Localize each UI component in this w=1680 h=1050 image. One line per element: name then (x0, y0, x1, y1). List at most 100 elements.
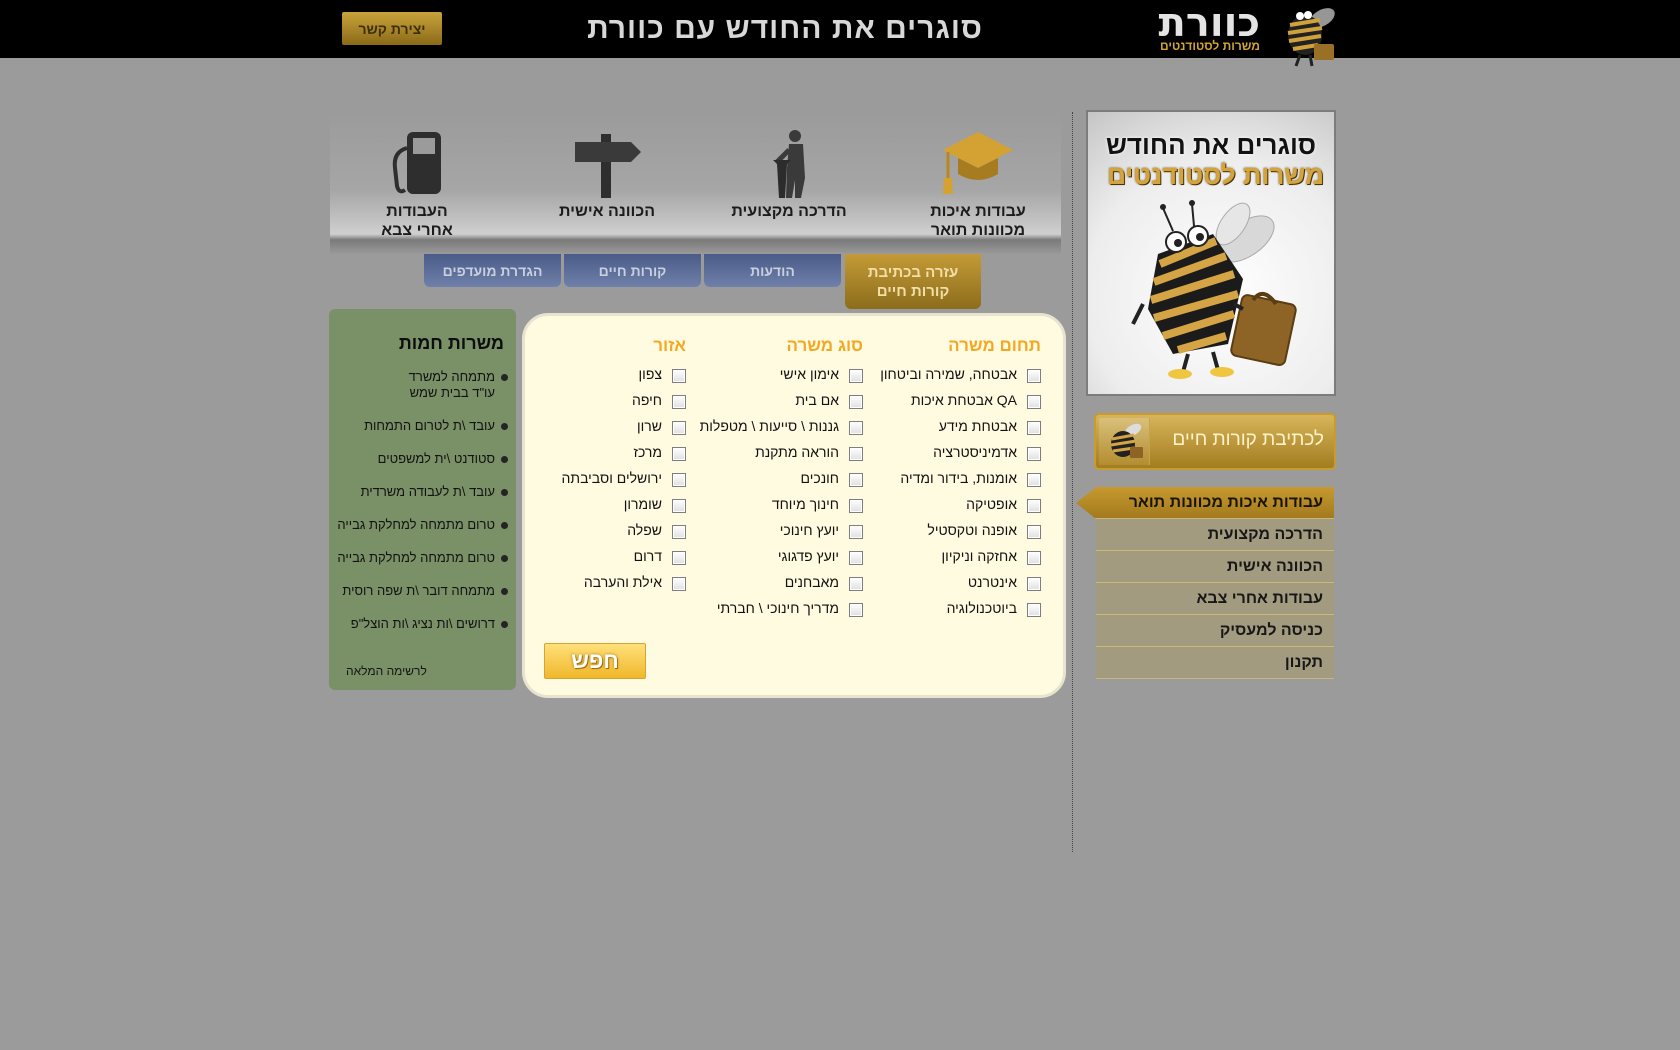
checkbox[interactable] (849, 603, 863, 617)
full-list-link[interactable]: לרשימה המלאה (346, 664, 427, 678)
hot-job-item[interactable]: טרום מתמחה למחלקת גבייה (333, 517, 508, 533)
tab-favorites-settings[interactable]: הגדרת מועדפים (424, 254, 561, 287)
job-field-option[interactable]: אבטחת איכות QA (851, 387, 1041, 413)
hot-job-item[interactable]: מתמחה למשרד עו"ד בבית שמש (333, 369, 508, 401)
category-strip: עבודות איכות מכוונות תואר הדרכה מקצועית ה… (330, 112, 1061, 254)
checkbox[interactable] (849, 473, 863, 487)
tab-resumes[interactable]: קורות חיים (564, 254, 701, 287)
tab-cv-writing-help[interactable]: עזרה בכתיבת קורות חיים (845, 254, 981, 309)
checkbox[interactable] (672, 369, 686, 383)
checkbox[interactable] (849, 369, 863, 383)
search-button[interactable]: חפש (544, 643, 646, 679)
area-option[interactable]: ירושלים וסביבתה (556, 465, 686, 491)
site-logo[interactable]: כוורת משרות לסטודנטים (1150, 0, 1340, 72)
category-degree-jobs[interactable]: עבודות איכות מכוונות תואר (903, 128, 1053, 240)
lecturer-podium-icon (773, 130, 805, 198)
side-menu-item-employer-login[interactable]: כניסה למעסיק (1096, 615, 1334, 647)
area-option[interactable]: צפון (556, 361, 686, 387)
job-type-option[interactable]: הוראה מתקנת (693, 439, 863, 465)
checkbox[interactable] (1027, 603, 1041, 617)
checkbox[interactable] (672, 577, 686, 591)
job-field-option[interactable]: אומנות, בידור ומדיה (851, 465, 1041, 491)
job-type-option[interactable]: מאבחנים (693, 569, 863, 595)
area-option[interactable]: חיפה (556, 387, 686, 413)
job-field-option[interactable]: אבטחת מידע (851, 413, 1041, 439)
job-field-option[interactable]: אחזקה וניקיון (851, 543, 1041, 569)
promo-subheadline: משרות לסטודנטים (1107, 160, 1324, 190)
job-field-option[interactable]: ביוטכנולוגיה (851, 595, 1041, 621)
job-type-option[interactable]: אם בית (693, 387, 863, 413)
hot-job-item[interactable]: סטודנט \ית למשפטים (333, 451, 508, 467)
checkbox[interactable] (672, 525, 686, 539)
category-after-army-jobs-label: העבודות אחרי צבא (381, 203, 453, 239)
job-type-option[interactable]: יועץ פדגוגי (693, 543, 863, 569)
checkbox[interactable] (849, 525, 863, 539)
job-field-option[interactable]: אופנה וטקסטיל (851, 517, 1041, 543)
tab-messages[interactable]: הודעות (704, 254, 841, 287)
side-menu-item-terms[interactable]: תקנון (1096, 647, 1334, 679)
job-type-option[interactable]: אימון אישי (693, 361, 863, 387)
area-option[interactable]: מרכז (556, 439, 686, 465)
checkbox[interactable] (1027, 447, 1041, 461)
job-type-option[interactable]: מדריך חינוכי \ חברתי (693, 595, 863, 621)
checkbox[interactable] (1027, 577, 1041, 591)
checkbox[interactable] (1027, 525, 1041, 539)
category-professional-training[interactable]: הדרכה מקצועית (714, 128, 864, 221)
checkbox[interactable] (849, 551, 863, 565)
hot-job-item[interactable]: דרושים \ות נציג \ות הוצל"פ (333, 616, 508, 632)
job-type-column: סוג משרה אימון אישי אם בית גננות \ סייעו… (693, 336, 863, 621)
checkbox[interactable] (672, 447, 686, 461)
checkbox[interactable] (849, 395, 863, 409)
bullet-icon (501, 423, 508, 430)
area-option[interactable]: דרום (556, 543, 686, 569)
bullet-icon (501, 374, 508, 381)
checkbox[interactable] (849, 499, 863, 513)
checkbox[interactable] (1027, 421, 1041, 435)
category-after-army-jobs[interactable]: העבודות אחרי צבא (342, 128, 492, 240)
hot-job-item[interactable]: עובד \ת לטרום התמחות (333, 418, 508, 434)
contact-button[interactable]: יצירת קשר (342, 12, 442, 45)
side-menu-item-after-army-jobs[interactable]: עבודות אחרי צבא (1096, 583, 1334, 615)
job-type-option[interactable]: יועץ חינוכי (693, 517, 863, 543)
hot-job-item[interactable]: עובד \ת לעבודה משרדית (333, 484, 508, 500)
job-type-option[interactable]: חונכים (693, 465, 863, 491)
area-option[interactable]: שומרון (556, 491, 686, 517)
checkbox[interactable] (1027, 395, 1041, 409)
job-type-option[interactable]: גננות \ סייעות \ מטפלות (693, 413, 863, 439)
side-menu-item-professional-training[interactable]: הדרכה מקצועית (1096, 519, 1334, 551)
hot-job-item[interactable]: טרום מתמחה למחלקת גבייה (333, 550, 508, 566)
side-menu-item-degree-jobs[interactable]: עבודות איכות מכוונות תואר (1076, 487, 1334, 519)
checkbox[interactable] (1027, 473, 1041, 487)
job-field-option[interactable]: אבטחה, שמירה וביטחון (851, 361, 1041, 387)
fuel-pump-icon (392, 132, 441, 194)
checkbox[interactable] (672, 551, 686, 565)
area-option[interactable]: שפלה (556, 517, 686, 543)
job-field-option[interactable]: אדמיניסטרציה (851, 439, 1041, 465)
checkbox[interactable] (672, 499, 686, 513)
job-field-option[interactable]: אינטרנט (851, 569, 1041, 595)
category-personal-guidance-label: הכוונה אישית (558, 203, 656, 220)
side-menu-item-personal-guidance[interactable]: הכוונה אישית (1096, 551, 1334, 583)
area-option[interactable]: אילת והערבה (556, 569, 686, 595)
category-personal-guidance[interactable]: הכוונה אישית (532, 128, 682, 221)
checkbox[interactable] (672, 473, 686, 487)
promo-banner[interactable]: סוגרים את החודש משרות לסטודנטים (1086, 110, 1336, 396)
checkbox[interactable] (1027, 551, 1041, 565)
checkbox[interactable] (849, 577, 863, 591)
checkbox[interactable] (849, 447, 863, 461)
write-cv-button[interactable]: לכתיבת קורות חיים (1094, 413, 1336, 470)
area-option[interactable]: שרון (556, 413, 686, 439)
hot-job-item[interactable]: מתמחה דובר \ת שפה רוסית (333, 583, 508, 599)
checkbox[interactable] (672, 395, 686, 409)
checkbox[interactable] (849, 421, 863, 435)
column-divider (1072, 112, 1073, 852)
job-type-option[interactable]: חינוך מיוחד (693, 491, 863, 517)
signpost-icon (575, 134, 641, 198)
checkbox[interactable] (672, 421, 686, 435)
hot-jobs-title: משרות חמות (398, 333, 504, 353)
job-field-option[interactable]: אופטיקה (851, 491, 1041, 517)
write-cv-label: לכתיבת קורות חיים (1172, 429, 1324, 450)
logo-subtitle: משרות לסטודנטים (1159, 39, 1260, 53)
checkbox[interactable] (1027, 369, 1041, 383)
checkbox[interactable] (1027, 499, 1041, 513)
